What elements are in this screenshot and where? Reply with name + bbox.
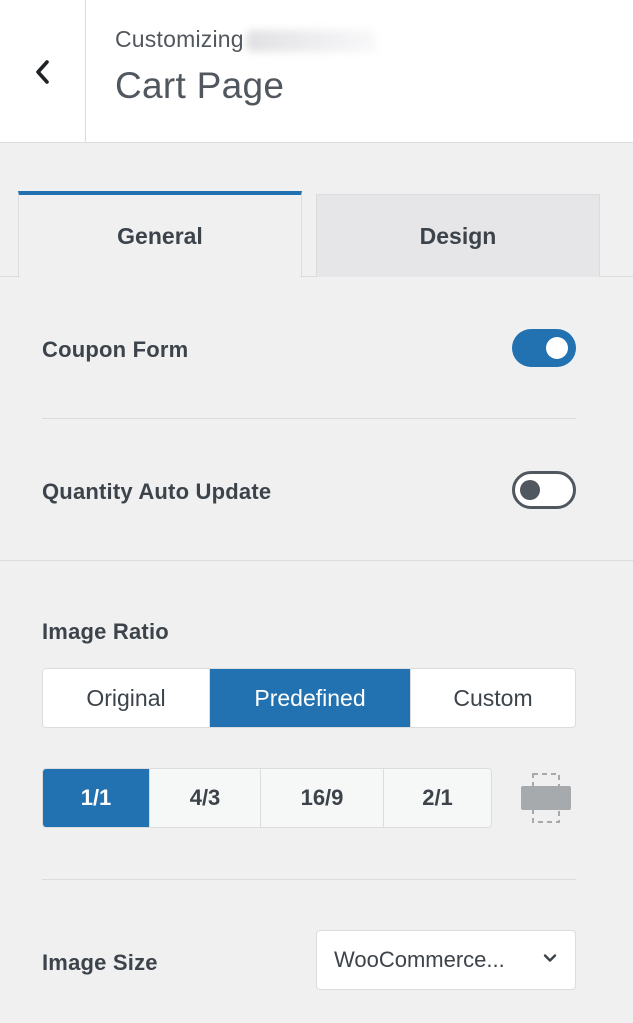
chevron-left-icon	[35, 59, 49, 84]
divider	[42, 418, 576, 419]
toggle-knob	[546, 337, 568, 359]
ratio-4-3-button[interactable]: 4/3	[150, 769, 261, 827]
image-ratio-mode-selector: Original Predefined Custom	[42, 668, 576, 728]
page-title: Cart Page	[115, 65, 285, 106]
back-button[interactable]	[0, 0, 86, 143]
tabs: General Design	[0, 191, 633, 278]
mode-custom-button[interactable]: Custom	[411, 669, 575, 727]
tab-design[interactable]: Design	[316, 194, 600, 277]
image-size-select[interactable]: WooCommerce...	[316, 930, 576, 990]
quantity-auto-update-toggle[interactable]	[512, 471, 576, 509]
image-size-label: Image Size	[42, 950, 158, 975]
ratio-16-9-button[interactable]: 16/9	[261, 769, 384, 827]
header-subtitle: Customizing	[115, 26, 376, 53]
chevron-down-icon	[543, 954, 557, 962]
section-divider	[0, 560, 633, 561]
divider	[42, 879, 576, 880]
ratio-2-1-button[interactable]: 2/1	[384, 769, 491, 827]
tab-general[interactable]: General	[18, 191, 302, 278]
ratio-preset-selector: 1/1 4/3 16/9 2/1	[42, 768, 492, 828]
toggle-knob	[520, 480, 540, 500]
mode-predefined-button[interactable]: Predefined	[210, 669, 411, 727]
coupon-form-label: Coupon Form	[42, 337, 189, 362]
image-ratio-label: Image Ratio	[42, 619, 169, 644]
image-size-value: WooCommerce...	[334, 947, 505, 972]
quantity-auto-update-label: Quantity Auto Update	[42, 479, 272, 504]
landscape-orientation-icon[interactable]	[519, 772, 573, 824]
customizer-header: Customizing Cart Page	[0, 0, 633, 143]
blurred-site-name	[245, 29, 376, 52]
coupon-form-toggle[interactable]	[512, 329, 576, 367]
ratio-1-1-button[interactable]: 1/1	[43, 769, 150, 827]
mode-original-button[interactable]: Original	[43, 669, 210, 727]
header-text: Customizing Cart Page	[115, 26, 376, 107]
